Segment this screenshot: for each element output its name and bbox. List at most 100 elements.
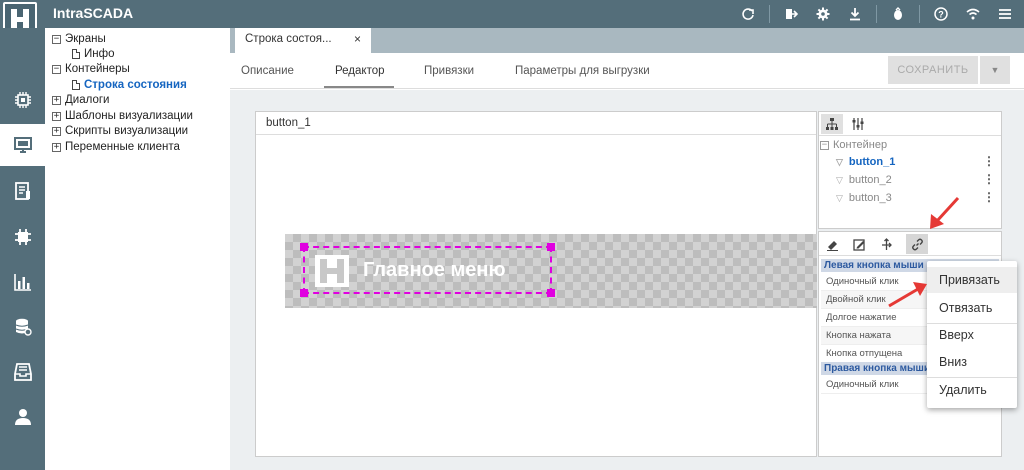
tree-item-label: Диалоги	[65, 94, 110, 106]
expand-toggle[interactable]: +	[52, 142, 61, 152]
resize-handle[interactable]	[547, 289, 555, 297]
collapse-toggle[interactable]: −	[52, 64, 61, 74]
properties-panel-tabs	[819, 232, 1001, 256]
hierarchy-icon[interactable]	[821, 114, 843, 134]
tree-item-containers[interactable]: − Контейнеры	[52, 61, 130, 77]
rail-item-users[interactable]	[0, 396, 45, 438]
menu-item-delete[interactable]: Удалить	[927, 377, 1017, 403]
tree-item-label: Переменные клиента	[65, 141, 180, 153]
bug-icon[interactable]	[887, 4, 909, 24]
triangle-icon: ▽	[836, 174, 843, 185]
tab-bindings[interactable]: Привязки	[424, 65, 474, 77]
exit-app-icon[interactable]	[780, 4, 802, 24]
document-tab[interactable]: Строка состоя... ×	[235, 28, 371, 53]
menu-icon[interactable]	[994, 4, 1016, 24]
document-tab-strip: Строка состоя... ×	[230, 28, 1024, 53]
database-icon	[15, 318, 32, 336]
sliders-icon[interactable]	[847, 114, 869, 134]
tree-item-label: Контейнеры	[65, 63, 130, 75]
component-item-button-2[interactable]: ▽ button_2	[836, 174, 892, 186]
wifi-icon[interactable]	[962, 4, 984, 24]
document-icon	[72, 49, 80, 59]
component-item-label: button_2	[848, 174, 892, 186]
more-vertical-icon[interactable]: ⋮	[983, 172, 995, 186]
rail-item-charts[interactable]	[0, 261, 45, 303]
tab-export-params[interactable]: Параметры для выгрузки	[515, 65, 650, 77]
chart-icon	[13, 274, 31, 291]
gear-icon[interactable]	[812, 4, 834, 24]
tree-item-label: Шаблоны визуализации	[65, 110, 193, 122]
menu-item-up[interactable]: Вверх	[927, 322, 1017, 348]
chip-icon	[14, 92, 31, 108]
component-tree-root[interactable]: − Контейнер	[820, 139, 887, 151]
component-item-label: button_1	[848, 156, 896, 168]
rail-item-modules[interactable]	[0, 216, 45, 258]
menu-item-bind[interactable]: Привязать	[927, 267, 1017, 293]
tree-item-label: Скрипты визуализации	[65, 125, 189, 137]
component-panel-tabs	[819, 112, 1001, 136]
app-title: IntraSCADA	[53, 5, 134, 21]
collapse-toggle[interactable]: −	[820, 140, 829, 150]
menu-item-down[interactable]: Вниз	[927, 349, 1017, 375]
rail-item-devices[interactable]	[0, 79, 45, 121]
tree-item-status-bar[interactable]: Строка состояния	[72, 77, 187, 93]
canvas-panel: button_1 Главное меню	[255, 111, 817, 457]
top-toolbar: ?	[727, 4, 1016, 24]
rail-item-reports[interactable]	[0, 170, 45, 212]
link-icon[interactable]	[906, 234, 928, 254]
tree-item-dialogs[interactable]: + Диалоги	[52, 92, 109, 108]
expand-toggle[interactable]: +	[52, 126, 61, 136]
triangle-icon: ▽	[836, 192, 843, 203]
active-tab-indicator	[324, 86, 394, 88]
expand-toggle[interactable]: +	[52, 111, 61, 121]
eraser-icon[interactable]	[821, 234, 843, 254]
rail-item-database[interactable]	[0, 306, 45, 348]
toolbar-divider	[769, 5, 770, 23]
resize-handle[interactable]	[300, 289, 308, 297]
user-icon	[14, 409, 31, 425]
more-vertical-icon[interactable]: ⋮	[983, 154, 995, 168]
tab-editor[interactable]: Редактор	[335, 65, 385, 77]
save-button[interactable]: СОХРАНИТЬ	[888, 56, 978, 84]
help-icon[interactable]: ?	[930, 4, 952, 24]
tree-item-label: Экраны	[65, 33, 106, 45]
navigation-tree: − Экраны Инфо − Контейнеры Строка состоя…	[45, 28, 230, 470]
tree-item-templates[interactable]: + Шаблоны визуализации	[52, 108, 193, 124]
canvas-title: button_1	[256, 112, 816, 135]
collapse-toggle[interactable]: −	[52, 34, 61, 44]
top-bar: IntraSCADA ?	[0, 0, 1024, 36]
monitor-icon	[13, 137, 32, 153]
tree-item-info[interactable]: Инфо	[72, 46, 114, 62]
toolbar-divider	[876, 5, 877, 23]
tab-description[interactable]: Описание	[241, 65, 294, 77]
resize-handle[interactable]	[300, 243, 308, 251]
component-item-button-3[interactable]: ▽ button_3	[836, 192, 892, 204]
more-vertical-icon[interactable]: ⋮	[983, 190, 995, 204]
component-tree-root-label: Контейнер	[833, 139, 888, 151]
tree-item-client-vars[interactable]: + Переменные клиента	[52, 139, 180, 155]
resize-handle[interactable]	[547, 243, 555, 251]
component-item-label: button_3	[848, 192, 892, 204]
rail-item-archive[interactable]	[0, 351, 45, 393]
refresh-icon[interactable]	[737, 4, 759, 24]
menu-item-unbind[interactable]: Отвязать	[927, 295, 1017, 321]
move-icon[interactable]	[875, 234, 897, 254]
triangle-icon: ▽	[836, 156, 843, 167]
editor-subtabs: Описание Редактор Привязки Параметры для…	[230, 53, 1024, 89]
tree-item-scripts[interactable]: + Скрипты визуализации	[52, 123, 188, 139]
download-icon[interactable]	[844, 4, 866, 24]
component-item-button-1[interactable]: ▽ button_1	[836, 156, 895, 168]
toolbar-divider	[919, 5, 920, 23]
svg-text:?: ?	[938, 10, 944, 20]
tree-item-screens[interactable]: − Экраны	[52, 31, 106, 47]
expand-toggle[interactable]: +	[52, 95, 61, 105]
close-icon[interactable]: ×	[354, 32, 361, 46]
edit-icon[interactable]	[848, 234, 870, 254]
tree-item-label: Строка состояния	[84, 79, 187, 91]
module-icon	[14, 229, 31, 245]
save-dropdown-button[interactable]: ▼	[980, 56, 1010, 84]
rail-item-screens[interactable]	[0, 124, 45, 166]
archive-icon	[13, 363, 32, 381]
canvas-button-main-menu[interactable]: Главное меню	[300, 243, 555, 297]
report-icon	[14, 182, 30, 200]
